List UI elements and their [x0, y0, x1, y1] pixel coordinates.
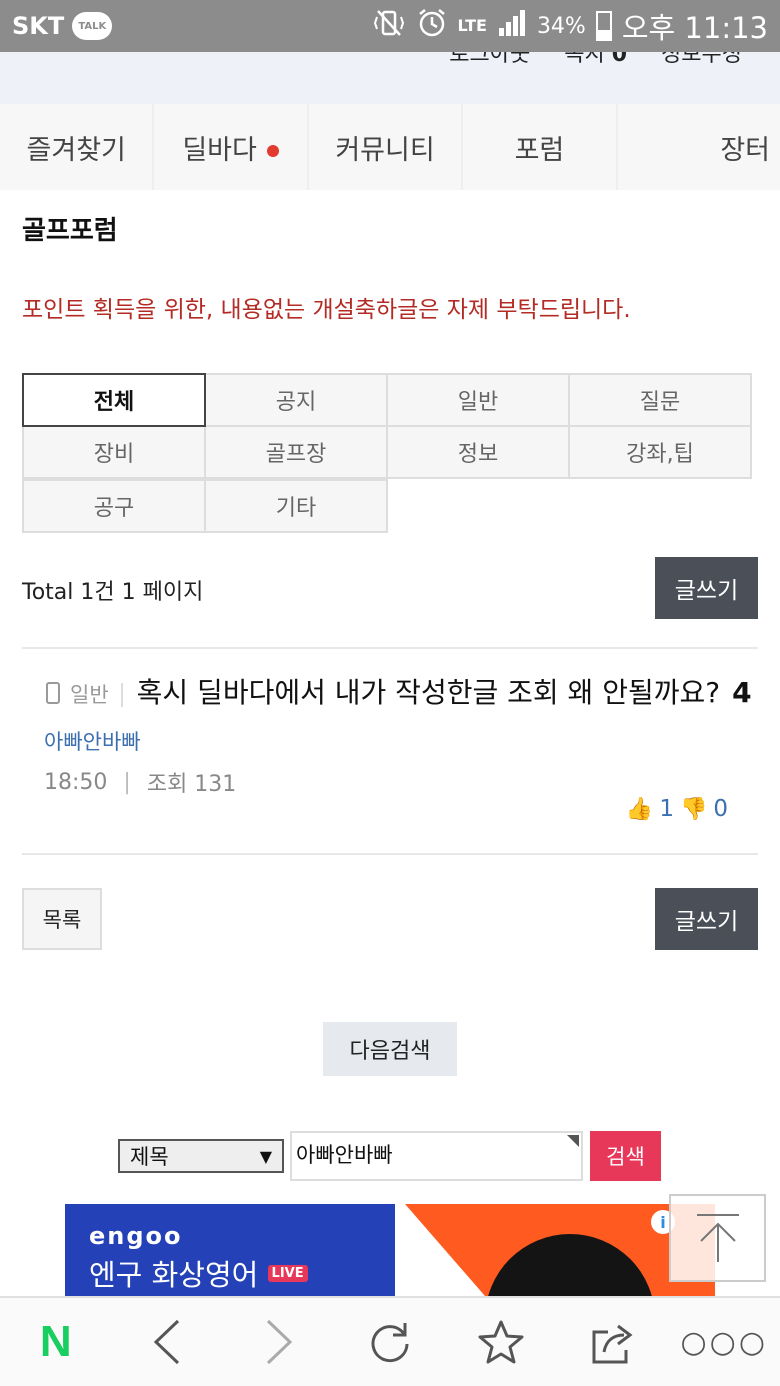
- category-notice[interactable]: 공지: [204, 373, 388, 427]
- back-arrow-icon: [153, 1319, 180, 1365]
- board-notice: 포인트 획득을 위한, 내용없는 개설축하글은 자제 부탁드립니다.: [22, 297, 631, 323]
- ad-banner[interactable]: engoo 엔구 화상영어 LIVE i: [65, 1204, 715, 1296]
- nav-item-label: 장터: [720, 134, 771, 166]
- status-bar: SKT TALK LTE 34% 오후 11:13: [0, 0, 780, 52]
- category-lessons-tips[interactable]: 강좌,팁: [568, 425, 752, 479]
- naver-home-button[interactable]: N: [0, 1297, 111, 1386]
- note-link[interactable]: 쪽지 0: [564, 52, 627, 68]
- category-question[interactable]: 질문: [568, 373, 752, 427]
- more-menu-button[interactable]: ○○○: [669, 1297, 780, 1386]
- vote-counts: 👍 1 👎 0: [626, 796, 728, 822]
- nav-item-favorites[interactable]: 즐겨찾기: [0, 104, 155, 190]
- ad-title-text: 엔구 화상영어: [89, 1258, 259, 1292]
- nav-item-label: 즐겨찾기: [26, 134, 126, 166]
- write-button[interactable]: 글쓰기: [655, 557, 758, 619]
- post-views: 조회 131: [146, 772, 237, 797]
- post-title[interactable]: 혹시 딜바다에서 내가 작성한글 조회 왜 안될까요?: [137, 676, 720, 709]
- reload-icon: [371, 1323, 409, 1363]
- carrier-label: SKT: [12, 12, 65, 40]
- search-button[interactable]: 검색: [590, 1131, 661, 1181]
- nav-item-dealbada[interactable]: 딜바다: [154, 104, 309, 190]
- ad-brand: engoo: [89, 1222, 183, 1250]
- naver-logo-icon: N: [39, 1317, 72, 1366]
- kakaotalk-icon: TALK: [72, 12, 113, 40]
- profile-edit-link[interactable]: 정보수정: [661, 52, 742, 68]
- alarm-icon: [416, 7, 448, 45]
- share-icon: [592, 1324, 633, 1364]
- category-general[interactable]: 일반: [386, 373, 570, 427]
- star-icon: [478, 1320, 524, 1364]
- post-time: 18:50: [44, 769, 108, 795]
- back-button[interactable]: [111, 1297, 222, 1386]
- next-search-button[interactable]: 다음검색: [323, 1022, 457, 1076]
- search-query: 아빠안바빠: [296, 1143, 393, 1167]
- battery-icon: [595, 11, 612, 41]
- post-author[interactable]: 아빠안바빠: [44, 726, 758, 756]
- note-count: 0: [611, 52, 628, 67]
- post-title-line[interactable]: 일반 혹시 딜바다에서 내가 작성한글 조회 왜 안될까요? 4: [22, 672, 758, 716]
- forward-arrow-icon: [266, 1319, 292, 1365]
- arrow-up-icon: [696, 1214, 739, 1262]
- nav-item-market[interactable]: 장터: [618, 104, 780, 190]
- list-button[interactable]: 목록: [22, 888, 102, 950]
- nav-item-label: 커뮤니티: [335, 134, 435, 166]
- post-meta: 18:50 | 조회 131: [44, 766, 758, 798]
- ad-title: 엔구 화상영어 LIVE: [89, 1252, 308, 1294]
- resize-corner-icon: [567, 1135, 579, 1147]
- comment-count: 4: [732, 676, 752, 709]
- account-strip: 로그아웃 쪽지 0 정보수정: [0, 52, 780, 104]
- board-title: 골프포럼: [22, 216, 118, 246]
- category-golf-course[interactable]: 골프장: [204, 425, 388, 479]
- meta-separator: |: [123, 769, 131, 795]
- nav-item-label: 포럼: [514, 134, 565, 166]
- browser-toolbar: N ○○○: [0, 1296, 780, 1386]
- category-etc[interactable]: 기타: [204, 479, 388, 533]
- dislike-count: 0: [713, 796, 728, 822]
- thumbs-down-icon: 👎: [679, 796, 708, 822]
- vibrate-icon: [372, 9, 406, 43]
- category-info[interactable]: 정보: [386, 425, 570, 479]
- category-all[interactable]: 전체: [22, 373, 206, 427]
- new-dot-icon: [266, 145, 279, 157]
- search-field-select[interactable]: 제목 ▼: [118, 1139, 284, 1173]
- category-grid: 전체 공지 일반 질문 장비 골프장 정보 강좌,팁 공구 기타: [22, 373, 758, 535]
- nav-item-label: 딜바다: [182, 134, 257, 166]
- network-type: LTE: [457, 16, 487, 35]
- dropdown-arrow-icon: ▼: [259, 1146, 272, 1166]
- status-icons: LTE 34% 오후 11:13: [372, 5, 768, 47]
- write-button-bottom[interactable]: 글쓰기: [655, 888, 758, 950]
- divider: [22, 647, 758, 649]
- category-equipment[interactable]: 장비: [22, 425, 206, 479]
- signal-icon: [497, 8, 527, 45]
- like-count: 1: [659, 796, 674, 822]
- post-category: 일반: [70, 683, 123, 707]
- nav-item-community[interactable]: 커뮤니티: [309, 104, 464, 190]
- list-item[interactable]: 일반 혹시 딜바다에서 내가 작성한글 조회 왜 안될까요? 4 아빠안바빠 18:…: [22, 672, 758, 822]
- logout-link[interactable]: 로그아웃: [449, 52, 530, 68]
- more-dots-icon: ○○○: [680, 1324, 768, 1360]
- mobile-phone-icon: [46, 682, 60, 704]
- total-count: Total 1건 1 페이지: [22, 580, 204, 605]
- clock: 오후 11:13: [621, 11, 768, 45]
- bookmark-button[interactable]: [446, 1297, 557, 1386]
- battery-percent: 34%: [536, 13, 586, 39]
- search-field-value: 제목: [130, 1145, 169, 1169]
- nav-item-forum[interactable]: 포럼: [463, 104, 618, 190]
- divider: [22, 853, 758, 855]
- live-badge: LIVE: [267, 1265, 308, 1282]
- reload-button[interactable]: [334, 1297, 445, 1386]
- share-button[interactable]: [557, 1297, 668, 1386]
- forward-button[interactable]: [223, 1297, 334, 1386]
- main-nav: 즐겨찾기 딜바다 커뮤니티 포럼 장터: [0, 104, 780, 190]
- thumbs-up-icon: 👍: [625, 796, 654, 822]
- note-label: 쪽지: [564, 52, 605, 67]
- scroll-to-top-button[interactable]: [669, 1194, 766, 1282]
- search-input[interactable]: 아빠안바빠: [290, 1131, 583, 1181]
- category-group-buy[interactable]: 공구: [22, 479, 206, 533]
